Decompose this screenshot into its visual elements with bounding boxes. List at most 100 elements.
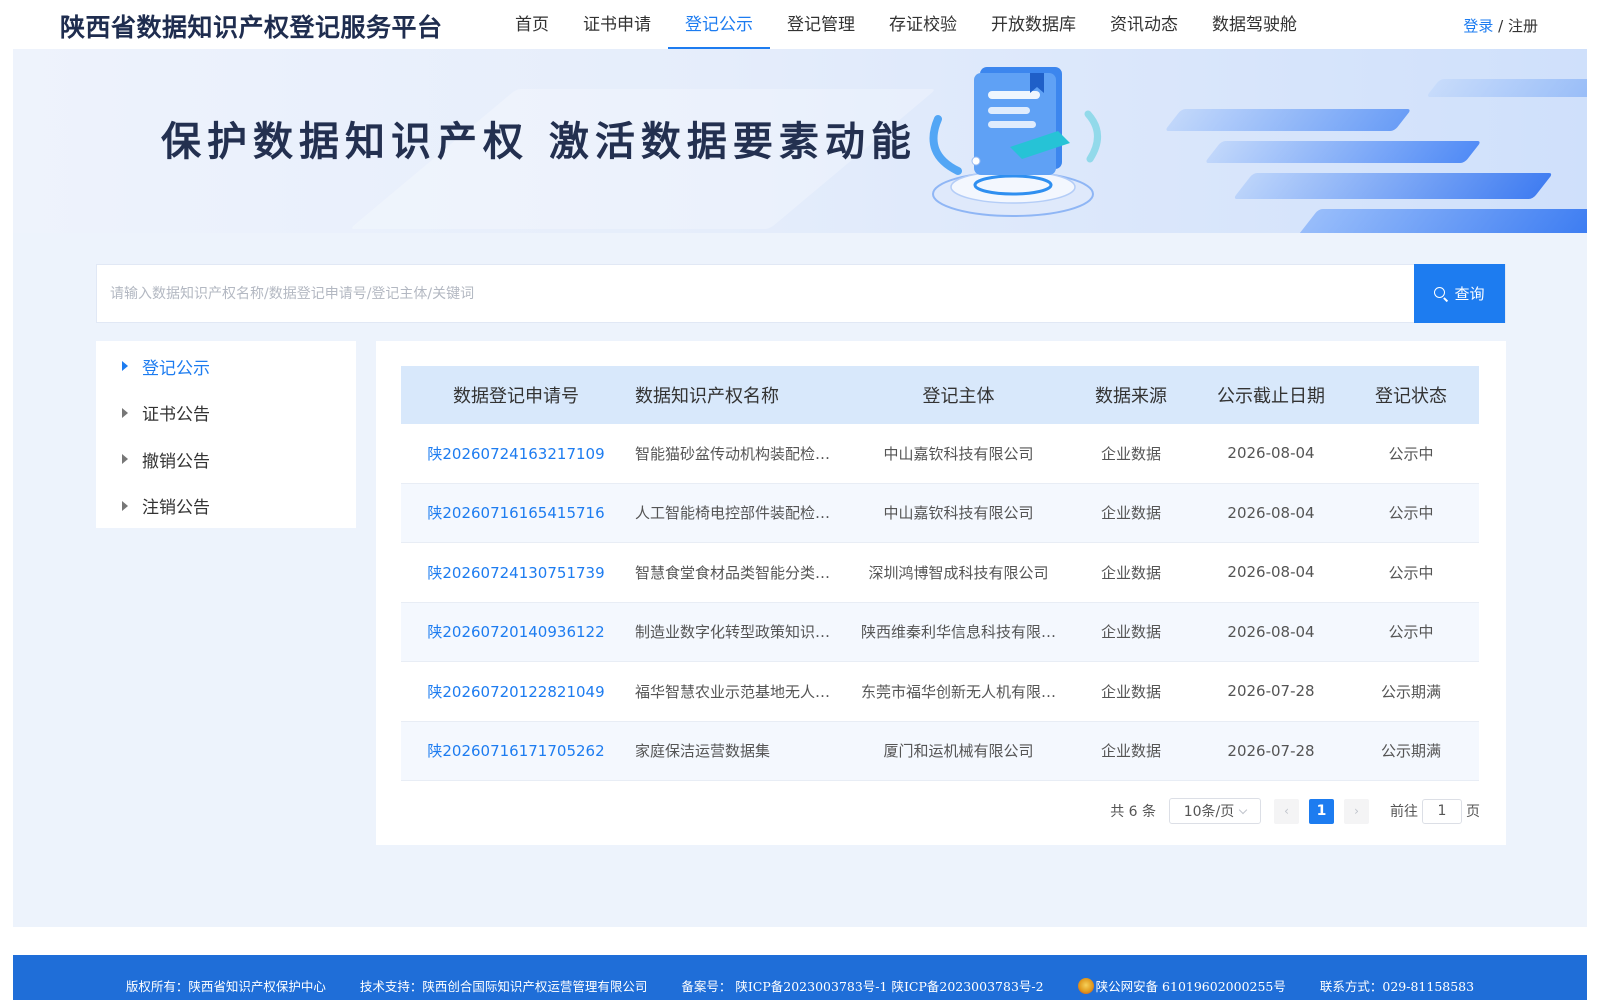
- prev-page-button[interactable]: ‹: [1274, 798, 1299, 824]
- registrant-cell: 深圳鸿博智成科技有限公司: [868, 563, 1049, 582]
- auth-separator: /: [1498, 17, 1504, 35]
- ip-name-cell: 制造业数字化转型政策知识…: [635, 623, 831, 642]
- banner-decoration: [1164, 109, 1412, 131]
- footer-police-record[interactable]: 陕公网安备 61019602000255号: [1077, 978, 1286, 994]
- registrant-cell: 中山嘉钦科技有限公司: [883, 444, 1034, 463]
- status-cell: 公示中: [1388, 623, 1434, 642]
- banner-decoration: [1425, 79, 1587, 97]
- sidebar-item-certificate-notice[interactable]: 证书公告: [96, 390, 356, 437]
- main-nav: 首页 证书申请 登记公示 登记管理 存证校验 开放数据库 资讯动态 数据驾驶舱: [498, 0, 1314, 49]
- deadline-cell: 2026-08-04: [1227, 563, 1315, 582]
- caret-right-icon: [122, 500, 128, 511]
- footer-tech-support: 技术支持：陕西创合国际知识产权运营管理有限公司: [359, 979, 648, 994]
- register-link[interactable]: 注册: [1508, 17, 1538, 35]
- search-input[interactable]: [97, 265, 1415, 322]
- data-source-cell: 企业数据: [1100, 682, 1161, 701]
- application-number-link[interactable]: 陕20260724130751739: [401, 562, 631, 583]
- sidebar-menu: 登记公示 证书公告 撤销公告 注销公告: [96, 341, 356, 528]
- data-source-cell: 企业数据: [1100, 563, 1161, 582]
- auth-links: 登录 / 注册: [1463, 15, 1538, 36]
- nav-item-registration-management[interactable]: 登记管理: [770, 0, 872, 49]
- footer-police-text: 陕公网安备 61019602000255号: [1095, 979, 1286, 994]
- nav-item-home[interactable]: 首页: [498, 0, 566, 49]
- banner-slogan: 保护数据知识产权 激活数据要素动能: [161, 119, 917, 165]
- table-row[interactable]: 陕20260720140936122 制造业数字化转型政策知识… 陕西维秦利华信…: [401, 602, 1479, 662]
- sidebar-item-label: 注销公告: [142, 498, 210, 519]
- goto-prefix: 前往: [1390, 804, 1418, 820]
- publicity-table-card: 数据登记申请号 数据知识产权名称 登记主体 数据来源 公示截止日期 登记状态 陕…: [376, 341, 1506, 845]
- table-row[interactable]: 陕20260716171705262 家庭保洁运营数据集 厦门和运机械有限公司 …: [401, 721, 1479, 781]
- login-link[interactable]: 登录: [1463, 17, 1493, 35]
- police-badge-icon: [1077, 978, 1094, 994]
- column-header-registrant: 登记主体: [922, 386, 995, 407]
- status-cell: 公示期满: [1380, 742, 1441, 761]
- goto-suffix: 页: [1466, 804, 1480, 820]
- nav-item-certificate-apply[interactable]: 证书申请: [566, 0, 668, 49]
- status-cell: 公示中: [1388, 563, 1434, 582]
- goto-page-input[interactable]: [1422, 798, 1462, 824]
- registrant-cell: 东莞市福华创新无人机有限…: [860, 682, 1056, 701]
- ip-name-cell: 智能猫砂盆传动机构装配检…: [635, 444, 831, 463]
- publicity-table: 数据登记申请号 数据知识产权名称 登记主体 数据来源 公示截止日期 登记状态 陕…: [401, 366, 1479, 781]
- nav-item-open-database[interactable]: 开放数据库: [974, 0, 1093, 49]
- top-header: 陕西省数据知识产权登记服务平台 首页 证书申请 登记公示 登记管理 存证校验 开…: [0, 0, 1600, 49]
- banner-decoration: [1232, 173, 1554, 199]
- data-source-cell: 企业数据: [1100, 504, 1161, 523]
- sidebar-item-label: 撤销公告: [142, 451, 210, 472]
- deadline-cell: 2026-08-04: [1227, 622, 1315, 641]
- search-icon: [1434, 286, 1448, 301]
- registrant-cell: 陕西维秦利华信息科技有限…: [860, 623, 1056, 642]
- page-size-value: 10条/页: [1183, 804, 1235, 820]
- site-title[interactable]: 陕西省数据知识产权登记服务平台: [60, 8, 443, 44]
- application-number-link[interactable]: 陕20260716165415716: [401, 502, 631, 523]
- column-header-data-source: 数据来源: [1095, 386, 1167, 407]
- table-row[interactable]: 陕20260716165415716 人工智能椅电控部件装配检… 中山嘉钦科技有…: [401, 483, 1479, 543]
- application-number-link[interactable]: 陕20260716171705262: [401, 740, 631, 761]
- hero-banner: 保护数据知识产权 激活数据要素动能: [13, 49, 1587, 233]
- ip-name-cell: 智慧食堂食材品类智能分类…: [635, 563, 831, 582]
- table-row[interactable]: 陕20260724163217109 智能猫砂盆传动机构装配检… 中山嘉钦科技有…: [401, 424, 1479, 484]
- column-header-ip-name: 数据知识产权名称: [635, 386, 779, 407]
- footer-copyright: 版权所有：陕西省知识产权保护中心: [125, 979, 326, 994]
- sidebar-item-label: 登记公示: [142, 358, 210, 379]
- registrant-cell: 厦门和运机械有限公司: [883, 742, 1034, 761]
- data-source-cell: 企业数据: [1100, 742, 1161, 761]
- application-number-link[interactable]: 陕20260720122821049: [401, 681, 631, 702]
- data-source-cell: 企业数据: [1100, 623, 1161, 642]
- column-header-status: 登记状态: [1375, 386, 1447, 407]
- nav-item-registration-publicity[interactable]: 登记公示: [668, 0, 770, 49]
- nav-item-evidence-verification[interactable]: 存证校验: [872, 0, 974, 49]
- document-illustration-icon: [929, 67, 1101, 217]
- table-row[interactable]: 陕20260720122821049 福华智慧农业示范基地无人… 东莞市福华创新…: [401, 662, 1479, 722]
- ip-name-cell: 人工智能椅电控部件装配检…: [635, 504, 831, 523]
- table-header: 数据登记申请号 数据知识产权名称 登记主体 数据来源 公示截止日期 登记状态: [401, 366, 1479, 424]
- footer-info: 版权所有：陕西省知识产权保护中心 技术支持：陕西创合国际知识产权运营管理有限公司…: [13, 976, 1587, 995]
- application-number-link[interactable]: 陕20260724163217109: [401, 443, 631, 464]
- deadline-cell: 2026-07-28: [1227, 682, 1315, 701]
- sidebar-item-cancellation-notice[interactable]: 注销公告: [96, 483, 356, 530]
- page-number-current[interactable]: 1: [1309, 798, 1334, 824]
- deadline-cell: 2026-07-28: [1227, 741, 1315, 760]
- search-bar: 查询: [96, 264, 1506, 323]
- next-page-button[interactable]: ›: [1344, 798, 1369, 824]
- nav-item-data-cockpit[interactable]: 数据驾驶舱: [1195, 0, 1314, 49]
- sidebar-item-registration-publicity[interactable]: 登记公示: [96, 343, 356, 390]
- footer-contact: 联系方式：029-81158583: [1319, 979, 1475, 994]
- page-footer: 版权所有：陕西省知识产权保护中心 技术支持：陕西创合国际知识产权运营管理有限公司…: [13, 955, 1587, 1000]
- footer-icp[interactable]: 备案号： 陕ICP备2023003783号-1 陕ICP备2023003783号…: [681, 979, 1043, 994]
- nav-item-news[interactable]: 资讯动态: [1093, 0, 1195, 49]
- table-row[interactable]: 陕20260724130751739 智慧食堂食材品类智能分类… 深圳鸿博智成科…: [401, 543, 1479, 603]
- goto-page: 前往 页: [1390, 798, 1480, 824]
- sidebar-item-label: 证书公告: [142, 405, 210, 426]
- chevron-down-icon: [1239, 805, 1248, 814]
- caret-right-icon: [122, 361, 128, 372]
- application-number-link[interactable]: 陕20260720140936122: [401, 621, 631, 642]
- search-button[interactable]: 查询: [1414, 264, 1505, 323]
- caret-right-icon: [122, 407, 128, 418]
- status-cell: 公示期满: [1380, 682, 1441, 701]
- page-size-select[interactable]: 10条/页: [1169, 798, 1261, 824]
- pagination-total: 共 6 条: [1110, 804, 1156, 820]
- sidebar-item-revocation-notice[interactable]: 撤销公告: [96, 436, 356, 483]
- ip-name-cell: 福华智慧农业示范基地无人…: [635, 682, 831, 701]
- status-cell: 公示中: [1388, 504, 1434, 523]
